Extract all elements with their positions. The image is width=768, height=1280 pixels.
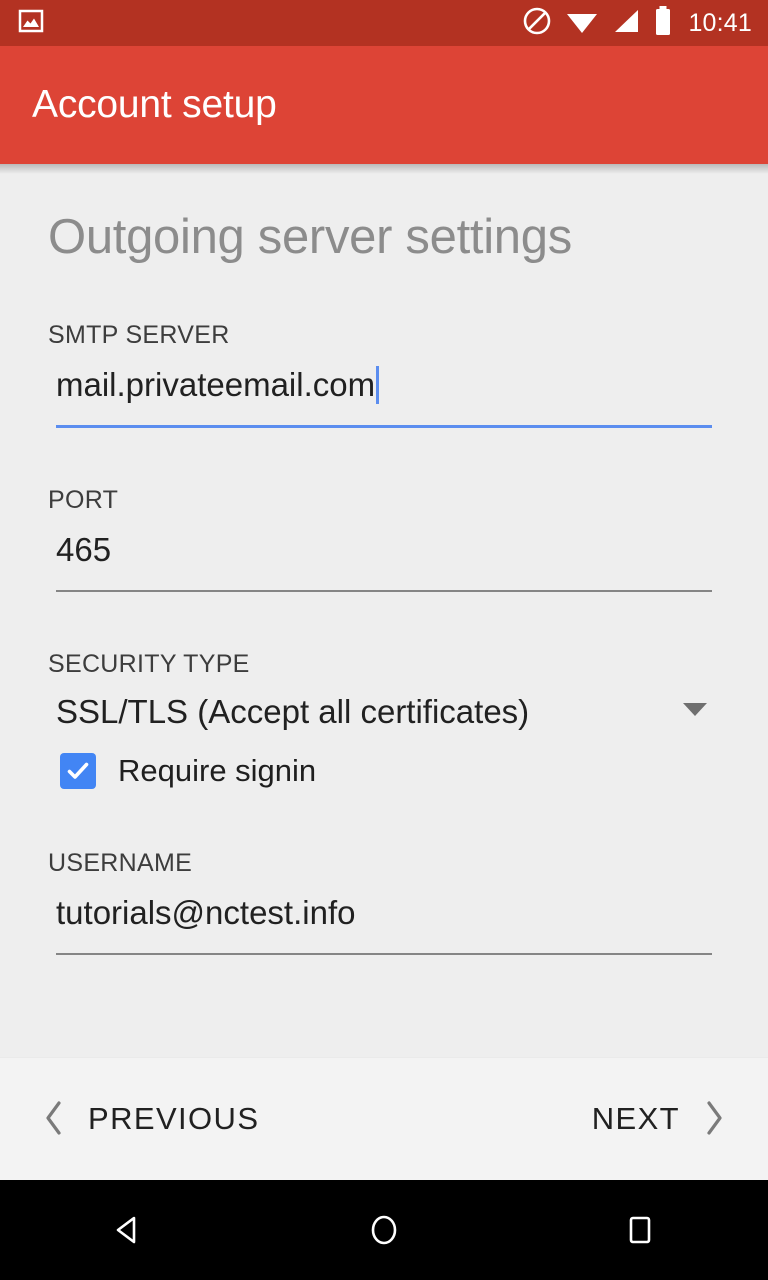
android-screen: 10:41 Account setup Outgoing server sett… (0, 0, 768, 1280)
app-bar: Account setup (0, 46, 768, 164)
username-value: tutorials@nctest.info (56, 893, 356, 931)
smtp-server-label: SMTP SERVER (48, 321, 230, 349)
status-bar-system-icons: 10:41 (522, 5, 752, 41)
previous-button[interactable]: PREVIOUS (36, 1087, 267, 1152)
page-title: Account setup (32, 83, 277, 126)
android-navigation-bar (0, 1180, 768, 1280)
security-type-select[interactable]: SSL/TLS (Accept all certificates) (48, 693, 712, 731)
previous-button-label: PREVIOUS (88, 1101, 260, 1136)
section-heading: Outgoing server settings (48, 210, 572, 264)
username-underline (56, 952, 712, 955)
status-bar-clock: 10:41 (688, 8, 752, 37)
port-value: 465 (56, 530, 112, 568)
chevron-right-icon (704, 1100, 724, 1138)
port-input[interactable]: 465 (48, 529, 712, 572)
cell-signal-icon (612, 8, 640, 39)
next-button-label: NEXT (591, 1101, 680, 1136)
smtp-server-value: mail.privateemail.com (56, 366, 376, 403)
status-bar-notifications (18, 8, 44, 39)
security-type-value: SSL/TLS (Accept all certificates) (56, 692, 530, 730)
field-username[interactable]: USERNAME tutorials@nctest.info (0, 849, 768, 955)
home-circle-icon[interactable] (256, 1180, 512, 1280)
port-underline (56, 589, 712, 592)
smtp-server-underline (56, 424, 712, 428)
username-label: USERNAME (48, 848, 193, 877)
username-input[interactable]: tutorials@nctest.info (48, 892, 712, 935)
settings-scroll-area[interactable]: Outgoing server settings SMTP SERVER mai… (0, 164, 768, 1057)
text-cursor (376, 366, 380, 405)
field-smtp-server[interactable]: SMTP SERVER mail.privateemail.com (0, 321, 768, 428)
next-button[interactable]: NEXT (584, 1087, 732, 1152)
chevron-left-icon (44, 1100, 64, 1138)
require-signin-row[interactable]: Require signin (48, 752, 712, 789)
security-type-label: SECURITY TYPE (48, 649, 250, 678)
wifi-icon (566, 8, 598, 39)
do-not-disturb-icon (522, 6, 552, 41)
back-triangle-icon[interactable] (0, 1180, 256, 1280)
smtp-server-input[interactable]: mail.privateemail.com (48, 364, 712, 407)
require-signin-label: Require signin (118, 752, 317, 788)
recents-square-icon[interactable] (512, 1180, 768, 1280)
require-signin-checkbox[interactable] (60, 752, 96, 789)
image-notification-icon (18, 8, 44, 39)
wizard-button-bar: PREVIOUS NEXT (0, 1057, 768, 1180)
port-label: PORT (48, 485, 119, 514)
status-bar: 10:41 (0, 0, 768, 46)
chevron-down-icon[interactable] (682, 701, 712, 722)
field-security-type[interactable]: SECURITY TYPE SSL/TLS (Accept all certif… (0, 650, 768, 789)
battery-icon (654, 5, 672, 41)
field-port[interactable]: PORT 465 (0, 486, 768, 592)
